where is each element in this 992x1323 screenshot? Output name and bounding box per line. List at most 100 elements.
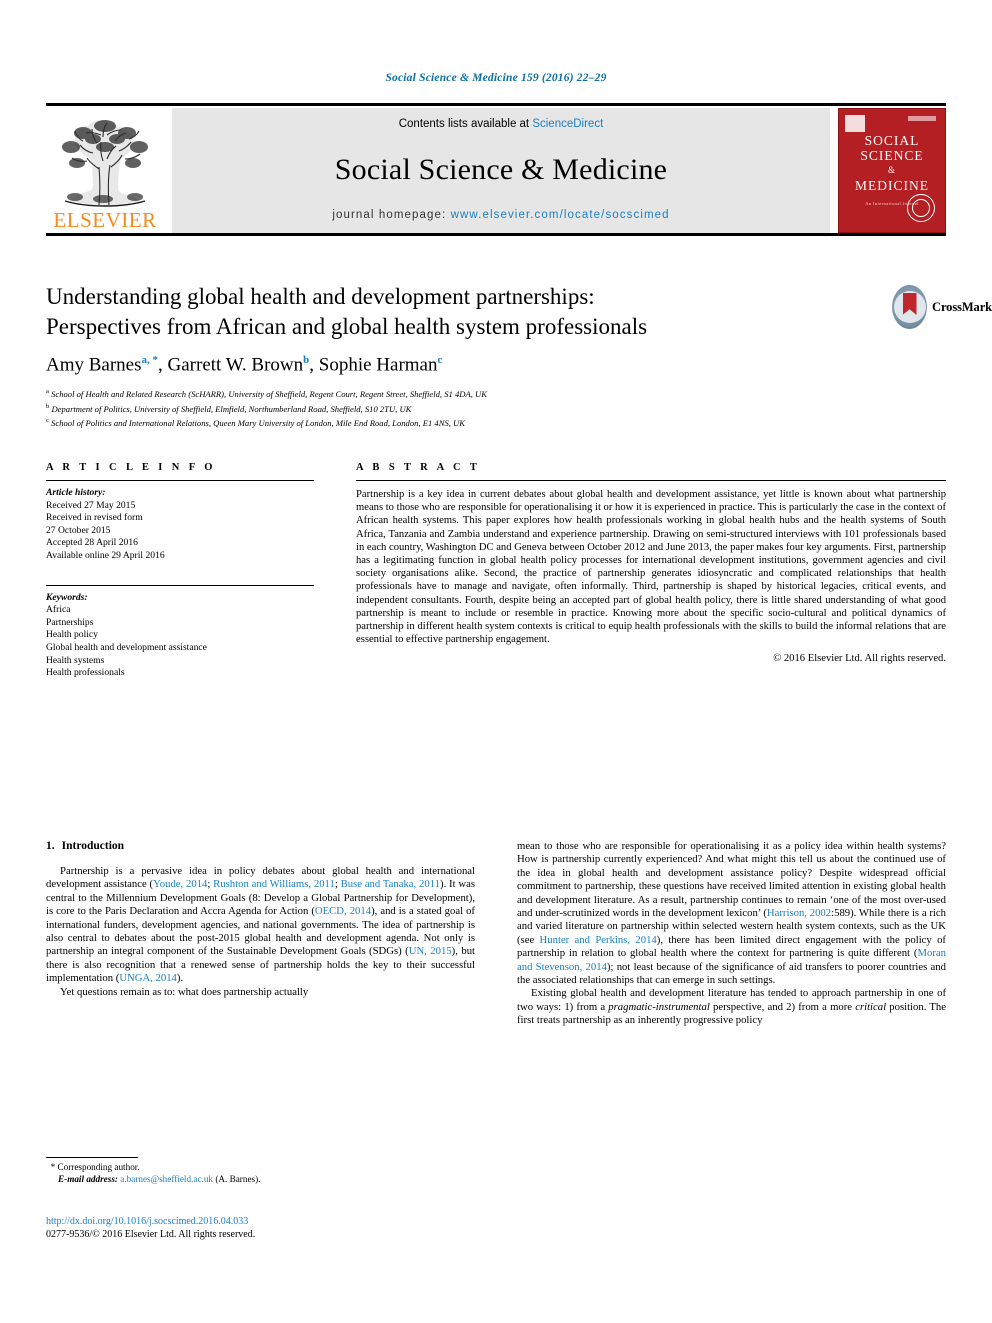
homepage-url[interactable]: www.elsevier.com/locate/socscimed bbox=[451, 209, 670, 221]
masthead-bottom-rule bbox=[46, 233, 946, 236]
keyword-item: Partnerships bbox=[46, 616, 94, 628]
citation-link[interactable]: Hunter and Perkins, 2014 bbox=[540, 934, 657, 946]
author-list: Amy Barnesa, *, Garrett W. Brownb, Sophi… bbox=[46, 354, 946, 376]
body-columns: 1. Introduction Partnership is a pervasiv… bbox=[46, 840, 946, 1028]
keywords-label: Keywords: bbox=[46, 591, 88, 603]
email-label: E-mail address: bbox=[58, 1173, 118, 1184]
paragraph: Existing global health and development l… bbox=[517, 987, 946, 1027]
history-item: 27 October 2015 bbox=[46, 524, 111, 536]
text-run: ). bbox=[176, 972, 184, 985]
affiliation-mark: a bbox=[46, 388, 49, 396]
author-name[interactable]: Amy Barnes bbox=[46, 354, 142, 375]
abstract-text: Partnership is a key idea in current deb… bbox=[356, 489, 946, 646]
keywords-block: Keywords: Africa Partnerships Health pol… bbox=[46, 592, 314, 680]
cover-line1: SOCIAL bbox=[864, 133, 920, 148]
affiliation-item: a School of Health and Related Research … bbox=[46, 386, 946, 400]
paragraph: mean to those who are responsible for op… bbox=[517, 840, 946, 987]
corresponding-author-footnote: * Corresponding author. E-mail address: … bbox=[46, 1157, 475, 1185]
author-affil-mark: c bbox=[437, 354, 443, 366]
affiliation-item: c School of Politics and International R… bbox=[46, 415, 946, 429]
elsevier-wordmark: ELSEVIER bbox=[53, 208, 157, 232]
keyword-item: Health systems bbox=[46, 654, 105, 666]
corresponding-author-line: * Corresponding author. bbox=[46, 1162, 475, 1174]
corresponding-mark: * bbox=[50, 1162, 56, 1172]
paragraph: Partnership is a pervasive idea in polic… bbox=[46, 865, 475, 986]
body-column-right: mean to those who are responsible for op… bbox=[517, 840, 946, 1028]
citation-link[interactable]: Rushton and Williams, 2011 bbox=[213, 878, 335, 890]
citation-link[interactable]: Harrison, 2002 bbox=[767, 907, 831, 919]
text-run: perspective, and 2) from a more bbox=[709, 1000, 856, 1013]
journal-title: Social Science & Medicine bbox=[334, 152, 668, 186]
affiliation-text: School of Politics and International Rel… bbox=[51, 418, 465, 429]
keyword-item: Health policy bbox=[46, 629, 98, 641]
cover-amp: & bbox=[887, 165, 896, 175]
abstract-copyright: © 2016 Elsevier Ltd. All rights reserved… bbox=[773, 653, 946, 665]
article-info-heading: A R T I C L E I N F O bbox=[46, 462, 216, 473]
history-item: Accepted 28 April 2016 bbox=[46, 537, 138, 549]
section-title: Introduction bbox=[61, 840, 125, 852]
sciencedirect-link[interactable]: ScienceDirect bbox=[532, 118, 603, 130]
running-head: Social Science & Medicine 159 (2016) 22–… bbox=[385, 72, 607, 84]
body-column-left: 1. Introduction Partnership is a pervasiv… bbox=[46, 840, 475, 1028]
page-title: Understanding global health and developm… bbox=[46, 282, 786, 342]
crossmark-inner-disc bbox=[893, 291, 926, 323]
title-line-1: Understanding global health and developm… bbox=[46, 284, 595, 309]
title-block: Understanding global health and developm… bbox=[46, 282, 946, 430]
article-page: Social Science & Medicine 159 (2016) 22–… bbox=[0, 0, 992, 1323]
emphasis-run: pragmatic-instrumental bbox=[608, 1000, 710, 1013]
crossmark-label: CrossMark bbox=[932, 299, 992, 314]
citation-link[interactable]: Youde, 2014 bbox=[153, 878, 207, 890]
citation-link[interactable]: UNGA, 2014 bbox=[119, 972, 177, 984]
cover-line2: SCIENCE bbox=[860, 148, 924, 163]
page-footer: http://dx.doi.org/10.1016/j.socscimed.20… bbox=[46, 1216, 646, 1240]
abstract-block: A B S T R A C T Partnership is a key ide… bbox=[356, 462, 946, 680]
article-info-block: A R T I C L E I N F O Article history: R… bbox=[46, 462, 314, 680]
corresponding-text: Corresponding author. bbox=[57, 1162, 140, 1172]
email-link[interactable]: a.barnes@sheffield.ac.uk bbox=[120, 1174, 213, 1184]
abstract-rule bbox=[356, 480, 946, 481]
section-heading-introduction: 1. Introduction bbox=[46, 840, 475, 852]
journal-masthead: ELSEVIER Contents lists available at Sci… bbox=[46, 103, 946, 236]
contents-prefix: Contents lists available at bbox=[398, 118, 533, 130]
emphasis-run: critical bbox=[855, 1000, 887, 1013]
cover-elsevier-mark bbox=[845, 115, 865, 132]
masthead-top-rule bbox=[46, 103, 946, 106]
elsevier-tree-icon bbox=[62, 120, 148, 207]
citation-link[interactable]: UN, 2015 bbox=[409, 945, 452, 957]
author-name[interactable]: Sophie Harman bbox=[319, 354, 438, 375]
info-abstract-section: A R T I C L E I N F O Article history: R… bbox=[46, 462, 946, 680]
cover-issue-mark bbox=[908, 116, 936, 121]
footnote-rule bbox=[46, 1157, 138, 1158]
homepage-label: journal homepage: bbox=[332, 209, 451, 221]
keywords-rule bbox=[46, 584, 314, 586]
journal-cover-thumbnail: SOCIAL SCIENCE & MEDICINE An Internation… bbox=[838, 108, 946, 233]
affiliation-text: Department of Politics, University of Sh… bbox=[51, 403, 412, 414]
journal-homepage: journal homepage: www.elsevier.com/locat… bbox=[332, 209, 669, 221]
keyword-item: Global health and development assistance bbox=[46, 641, 207, 653]
article-history: Article history: Received 27 May 2015 Re… bbox=[46, 487, 314, 563]
author-affil-mark: a, * bbox=[141, 354, 159, 366]
cover-seal-icon bbox=[907, 194, 935, 222]
affiliation-text: School of Health and Related Research (S… bbox=[51, 389, 487, 400]
issn-copyright-line: 0277-9536/© 2016 Elsevier Ltd. All right… bbox=[46, 1229, 256, 1240]
crossmark-badge[interactable]: CrossMark bbox=[892, 283, 992, 331]
affiliation-mark: c bbox=[46, 417, 49, 425]
section-number: 1. bbox=[46, 840, 55, 852]
email-owner: (A. Barnes). bbox=[215, 1173, 261, 1184]
author-sep: , bbox=[158, 354, 168, 376]
crossmark-ribbon-icon bbox=[902, 293, 917, 315]
article-history-label: Article history: bbox=[46, 487, 106, 498]
citation-link[interactable]: OECD, 2014 bbox=[315, 905, 371, 917]
doi-link[interactable]: http://dx.doi.org/10.1016/j.socscimed.20… bbox=[46, 1216, 646, 1227]
author-sep: , bbox=[309, 354, 319, 376]
email-line: E-mail address: a.barnes@sheffield.ac.uk… bbox=[46, 1174, 475, 1186]
author-name[interactable]: Garrett W. Brown bbox=[168, 354, 304, 375]
keyword-item: Health professionals bbox=[46, 667, 125, 679]
article-info-rule bbox=[46, 480, 314, 481]
affiliation-list: a School of Health and Related Research … bbox=[46, 386, 946, 429]
affiliation-item: b Department of Politics, University of … bbox=[46, 401, 946, 415]
paragraph: Yet questions remain as to: what does pa… bbox=[60, 985, 309, 998]
citation-link[interactable]: Buse and Tanaka, 2011 bbox=[341, 878, 440, 890]
cover-line3: MEDICINE bbox=[855, 178, 929, 193]
masthead-banner: Contents lists available at ScienceDirec… bbox=[172, 108, 830, 233]
